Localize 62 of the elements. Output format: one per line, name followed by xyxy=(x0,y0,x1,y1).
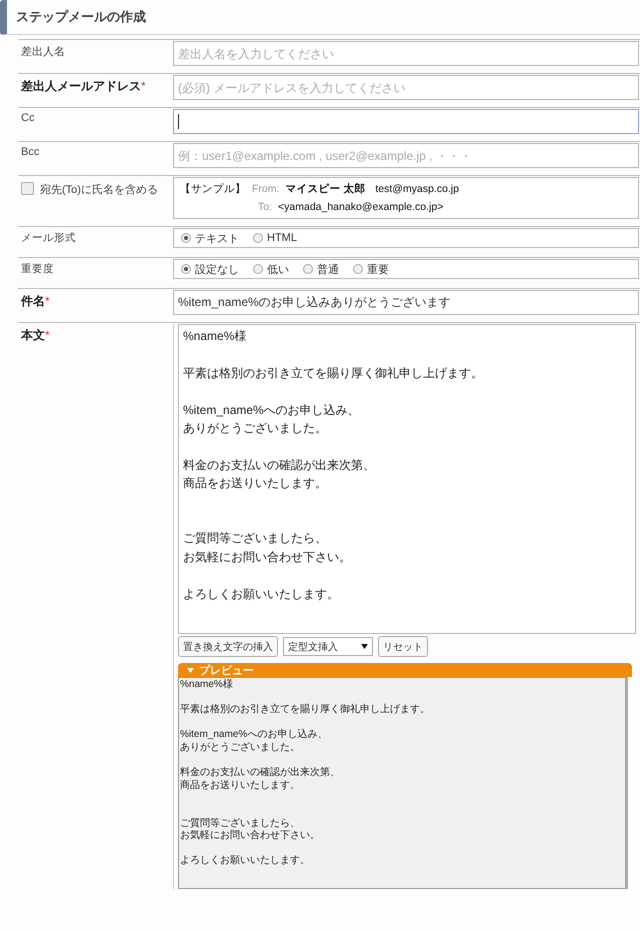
body-line: %item_name%へのお申し込み、 xyxy=(183,402,360,417)
field-label: 本文 xyxy=(21,328,45,342)
body-line: ありがとうございました。 xyxy=(183,421,327,435)
sender-name-field[interactable]: 差出人名を入力してください xyxy=(173,41,639,66)
preview-line: お気軽にお問い合わせ下さい。 xyxy=(180,830,320,842)
body-line: ご質問等ございましたら、 xyxy=(183,531,327,546)
required-mark: * xyxy=(45,294,50,308)
preview-line: 料金のお支払いの確認が出来次第、 xyxy=(180,767,340,778)
radio-label: 低い xyxy=(267,262,289,276)
radio-button[interactable] xyxy=(303,264,313,274)
body-line: 商品をお送りいたします。 xyxy=(183,476,327,490)
radio-button[interactable] xyxy=(253,264,263,274)
radio-button[interactable] xyxy=(181,233,191,243)
body-line: 平素は格別のお引き立てを賜り厚く御礼申し上げます。 xyxy=(183,366,483,380)
page-title: ステップメールの作成 xyxy=(16,8,146,26)
field-label: 重要度 xyxy=(21,263,54,275)
checkbox-label: 宛先(To)に氏名を含める xyxy=(40,182,158,197)
body-line: お気軽にお問い合わせ下さい。 xyxy=(183,550,351,564)
preview-line: よろしくお願いいたします。 xyxy=(180,855,310,866)
from-address: test@myasp.co.jp xyxy=(375,183,459,195)
preview-line: ご質問等ございましたら、 xyxy=(180,818,300,829)
from-label: From: xyxy=(252,183,280,195)
to-address: <yamada_hanako@example.co.jp> xyxy=(278,201,444,213)
radio-button[interactable] xyxy=(253,233,263,243)
from-name: マイスピー 太郎 xyxy=(285,182,366,196)
required-mark: * xyxy=(141,79,146,93)
field-label: 件名 xyxy=(21,294,45,308)
preview-line: %name%様 xyxy=(180,679,233,690)
field-label: 差出人名 xyxy=(21,46,65,58)
sender-address-field[interactable]: (必須) メールアドレスを入力してください xyxy=(173,75,639,100)
radio-label: 重要 xyxy=(367,262,389,276)
insert-button[interactable]: 置き換え文字の挿入 xyxy=(178,636,278,657)
body-line: %name%様 xyxy=(183,329,246,343)
dropdown-icon xyxy=(361,644,368,649)
sample-tag: 【サンプル】 xyxy=(180,182,246,196)
caret-icon xyxy=(187,668,194,672)
radio-label: HTML xyxy=(267,232,297,244)
radio-label: テキスト xyxy=(195,232,239,246)
to-label: To: xyxy=(258,201,272,213)
required-mark: * xyxy=(45,328,50,342)
field-label: 差出人メールアドレス xyxy=(21,79,141,93)
body-line: 料金のお支払いの確認が出来次第、 xyxy=(183,458,375,472)
radio-label: 普通 xyxy=(317,262,339,276)
subject-field[interactable]: %item_name%のお申し込みありがとうございます xyxy=(173,290,639,315)
body-field[interactable]: %name%様 平素は格別のお引き立てを賜り厚く御礼申し上げます。 %item_name%へのお申し込み、 ありがとうございました。 料金のお支払いの確認が出来次第、 商品をお送りいたします。 ご質問等ございましたら、 お気軽にお問い合わせ下さい。 よろしくお願いいたします。 xyxy=(178,324,636,634)
preview-line: 商品をお送りいたします。 xyxy=(180,780,300,791)
preview-title: プレビュー xyxy=(199,664,254,678)
preview-line: ありがとうございました。 xyxy=(180,742,300,753)
template-select[interactable]: 定型文挿入 xyxy=(283,637,373,656)
radio-label: 設定なし xyxy=(195,262,239,276)
reset-button[interactable]: リセット xyxy=(378,636,428,657)
field-label: メール形式 xyxy=(21,232,76,244)
cc-field[interactable] xyxy=(173,109,639,134)
radio-button[interactable] xyxy=(353,264,363,274)
field-label: Bcc xyxy=(21,146,40,158)
radio-button[interactable] xyxy=(181,264,191,274)
preview-line: 平素は格別のお引き立てを賜り厚く御礼申し上げます。 xyxy=(180,704,430,716)
body-line: よろしくお願いいたします。 xyxy=(183,586,339,601)
field-label: Cc xyxy=(21,112,34,124)
checkbox[interactable] xyxy=(21,182,34,195)
preview-line: %item_name%へのお申し込み、 xyxy=(180,729,328,740)
bcc-field[interactable]: 例：user1@example.com , user2@example.jp , ・・・ xyxy=(173,143,639,168)
